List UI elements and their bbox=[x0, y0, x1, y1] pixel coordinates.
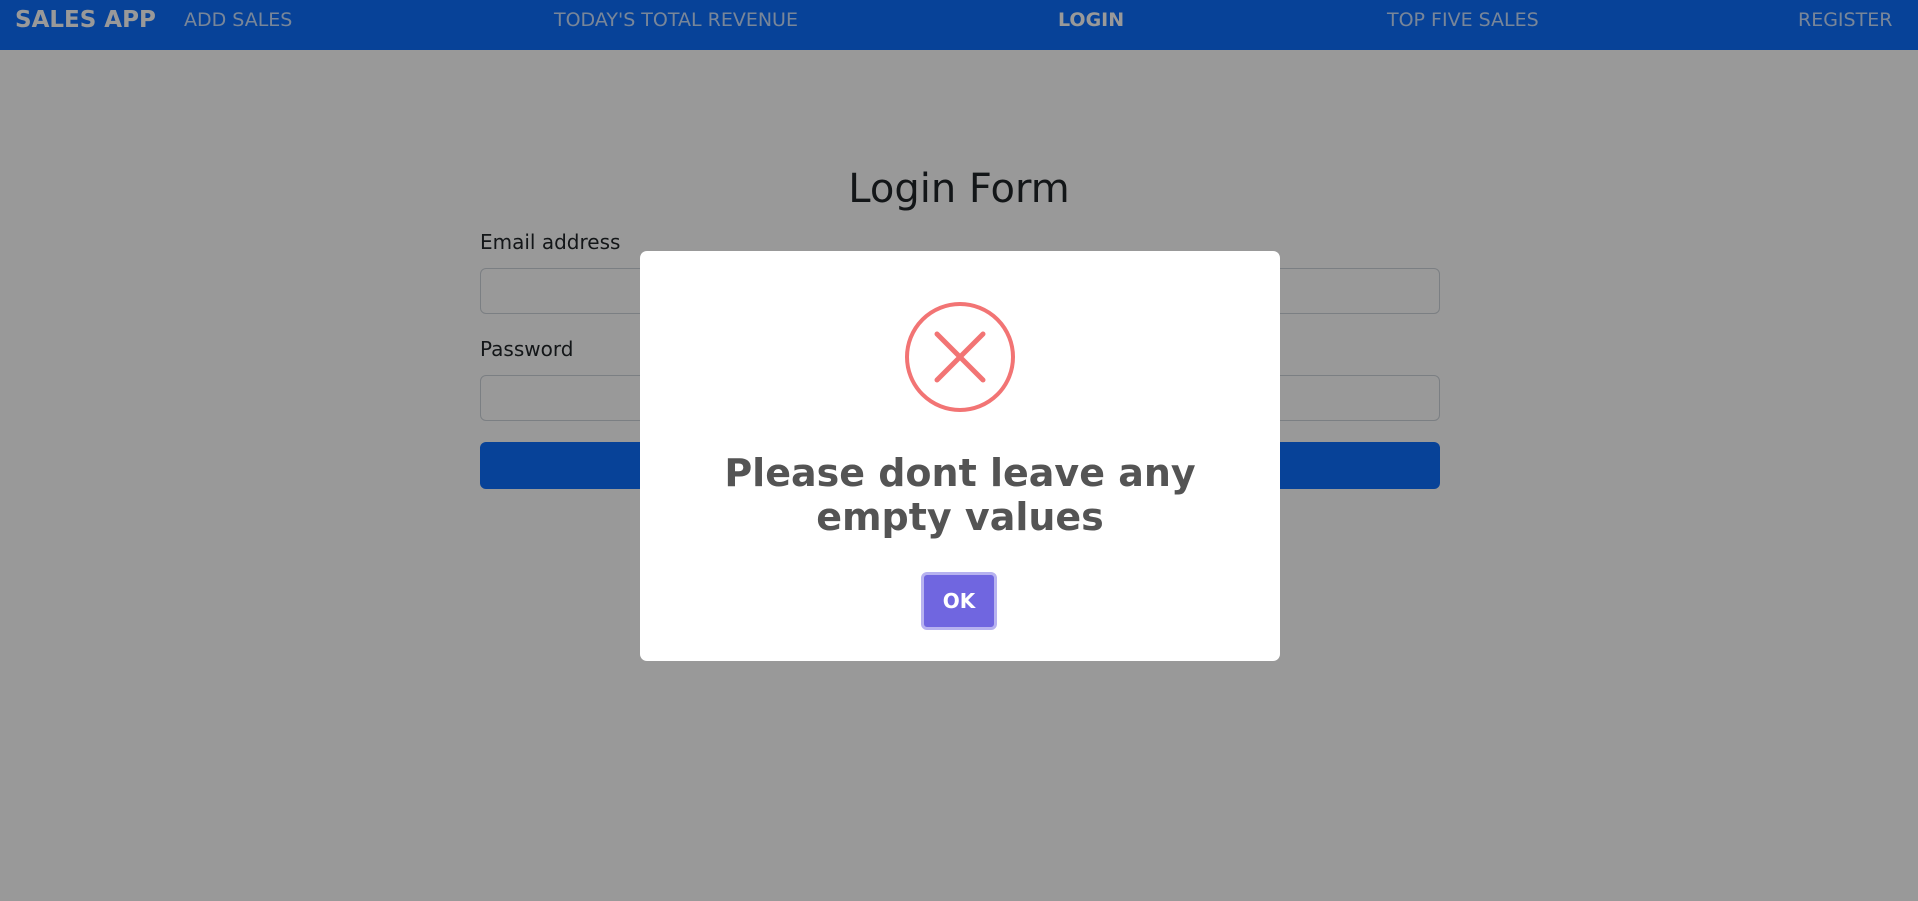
error-x-icon bbox=[904, 301, 1016, 413]
alert-message: Please dont leave any empty values bbox=[724, 451, 1196, 539]
alert-dialog: Please dont leave any empty values OK bbox=[640, 251, 1280, 661]
ok-button[interactable]: OK bbox=[921, 572, 997, 630]
